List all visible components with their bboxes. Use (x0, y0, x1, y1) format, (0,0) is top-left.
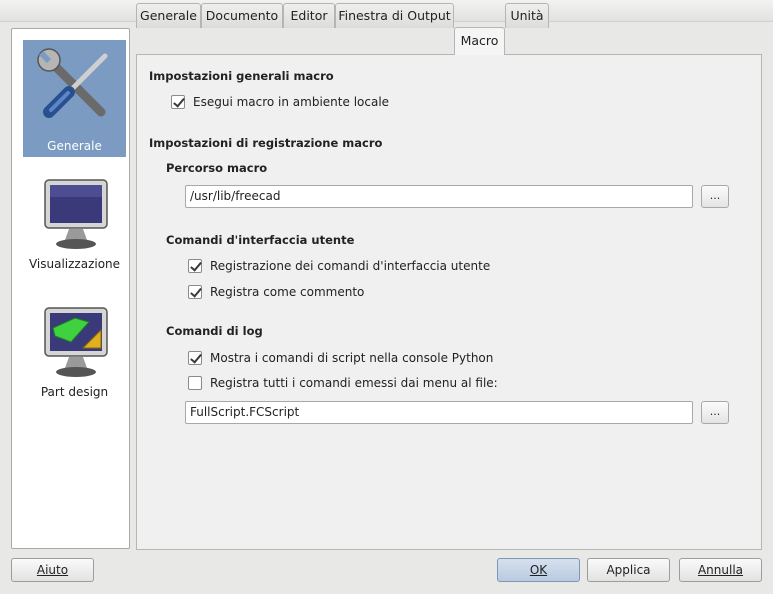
ok-button[interactable]: OK (497, 558, 580, 582)
macro-settings-panel (136, 54, 762, 550)
show-script-checkbox[interactable]: Mostra i comandi di script nella console… (188, 349, 493, 367)
log-commands-heading: Comandi di log (166, 324, 263, 338)
checkbox-box[interactable] (188, 376, 202, 390)
show-script-label: Mostra i comandi di script nella console… (210, 351, 494, 365)
checkbox-box[interactable] (188, 285, 202, 299)
sidebar-item-label: Visualizzazione (28, 257, 121, 271)
sidebar-item-generale[interactable]: Generale (23, 40, 126, 157)
sidebar-item-part-design[interactable]: Part design (23, 296, 126, 413)
record-comment-label: Registra come commento (210, 285, 365, 299)
help-button-label: Aiuto (36, 563, 69, 577)
cancel-button-label: Annulla (697, 563, 744, 577)
macro-path-input[interactable]: /usr/lib/freecad (185, 185, 693, 208)
checkbox-box[interactable] (188, 259, 202, 273)
sidebar-item-visualizzazione[interactable]: Visualizzazione (23, 168, 126, 285)
tab-finestra-di-output[interactable]: Finestra di Output (335, 3, 454, 28)
general-macro-heading: Impostazioni generali macro (149, 69, 334, 83)
sidebar-item-label: Generale (47, 139, 102, 153)
cancel-button[interactable]: Annulla (679, 558, 762, 582)
run-local-checkbox[interactable]: Esegui macro in ambiente locale (171, 93, 389, 111)
tab-unita[interactable]: Unità (505, 3, 549, 28)
sidebar-item-label: Part design (40, 385, 109, 399)
monitor-icon (44, 179, 108, 249)
record-comment-checkbox[interactable]: Registra come commento (188, 283, 364, 301)
record-gui-label: Registrazione dei comandi d'interfaccia … (210, 259, 491, 273)
part-design-monitor-icon (44, 307, 108, 377)
log-file-browse-button[interactable]: ... (701, 401, 729, 424)
apply-button[interactable]: Applica (587, 558, 670, 582)
path-heading: Percorso macro (166, 161, 268, 175)
macro-path-browse-button[interactable]: ... (701, 185, 729, 208)
ok-button-label: OK (529, 563, 548, 577)
record-all-label: Registra tutti i comandi emessi dai menu… (210, 376, 498, 390)
record-gui-checkbox[interactable]: Registrazione dei comandi d'interfaccia … (188, 257, 490, 275)
tab-editor[interactable]: Editor (283, 3, 335, 28)
help-button[interactable]: Aiuto (11, 558, 94, 582)
record-all-checkbox[interactable]: Registra tutti i comandi emessi dai menu… (188, 374, 498, 392)
recording-heading: Impostazioni di registrazione macro (149, 136, 383, 150)
apply-button-label: Applica (606, 563, 651, 577)
tab-generale[interactable]: Generale (136, 3, 201, 28)
log-file-input[interactable]: FullScript.FCScript (185, 401, 693, 424)
gui-commands-heading: Comandi d'interfaccia utente (166, 233, 355, 247)
tab-macro[interactable]: Macro (454, 27, 505, 55)
checkbox-box[interactable] (171, 95, 185, 109)
preferences-page-list[interactable]: Generale Visualizzazione Part design (11, 28, 130, 549)
tab-documento[interactable]: Documento (201, 3, 283, 28)
checkbox-box[interactable] (188, 351, 202, 365)
tools-icon (37, 48, 108, 118)
run-local-label: Esegui macro in ambiente locale (193, 95, 390, 109)
